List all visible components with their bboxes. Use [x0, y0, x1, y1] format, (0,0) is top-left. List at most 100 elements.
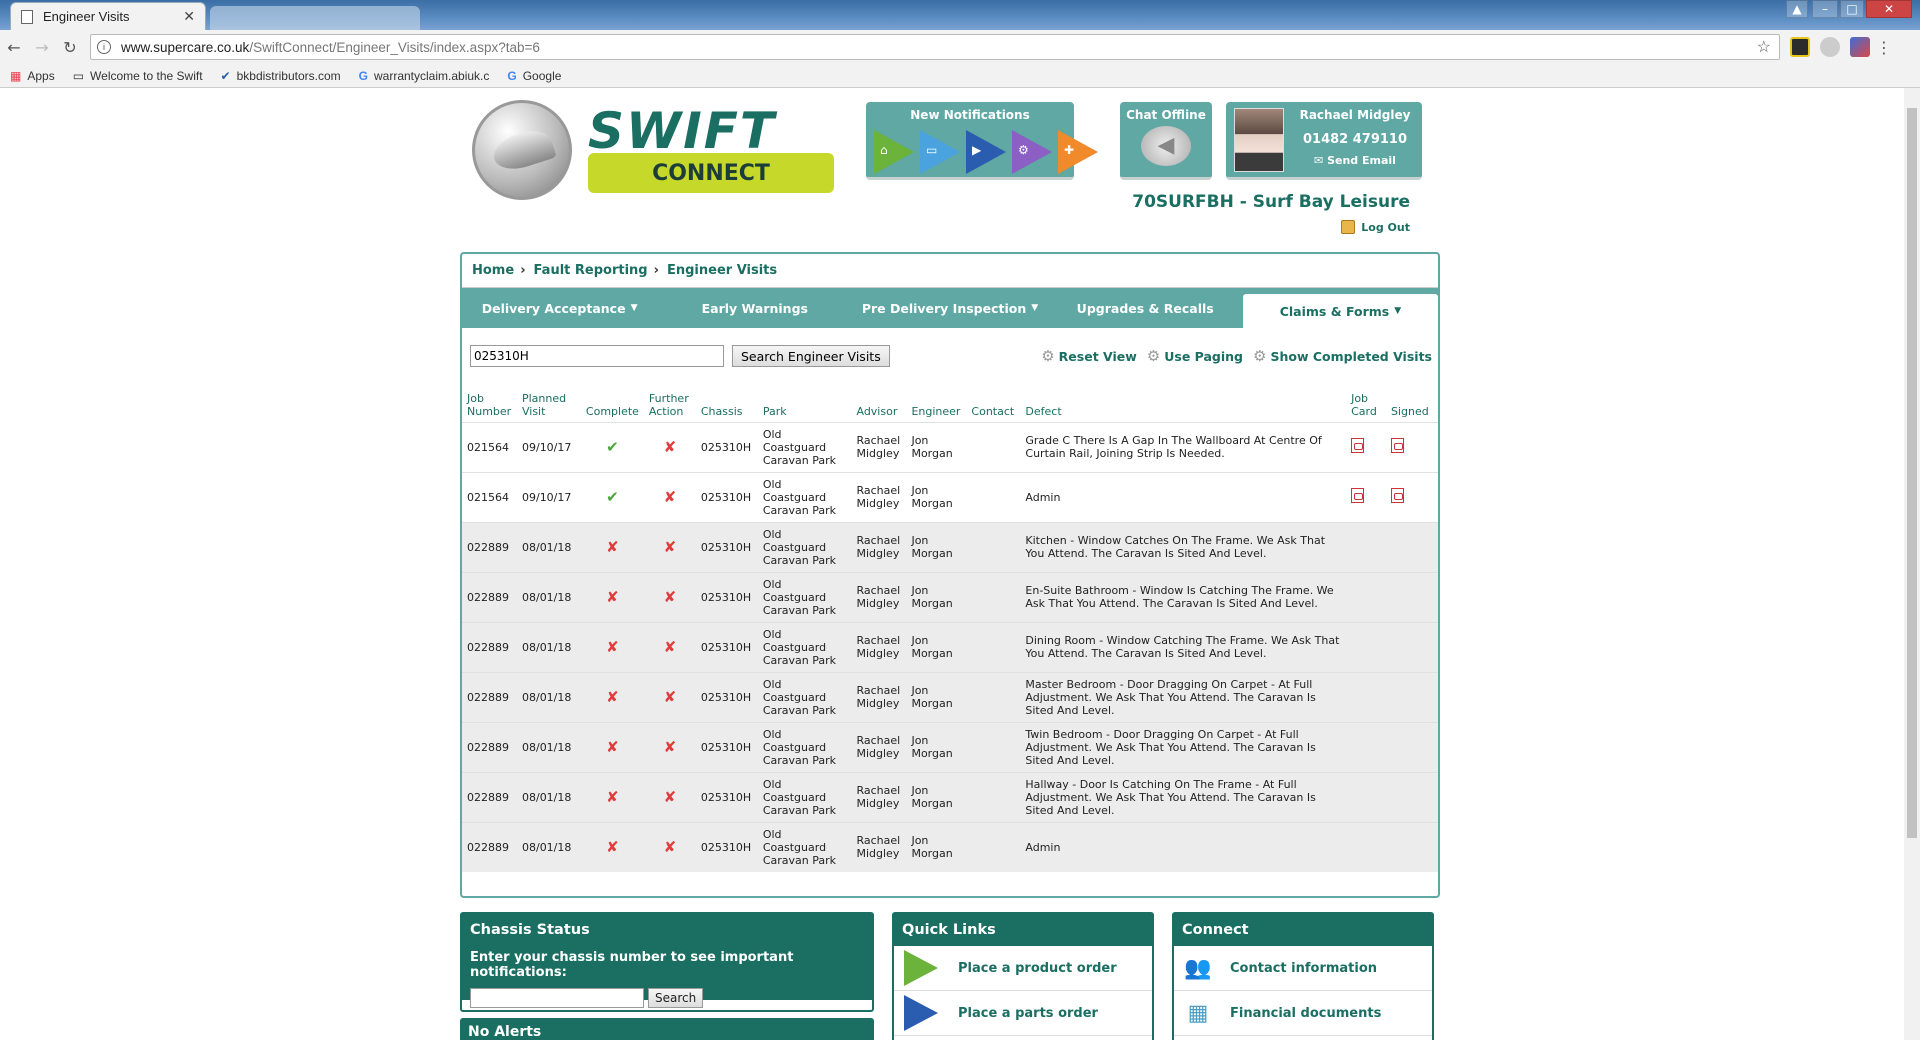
place-product-order-link[interactable]: Place a product order: [894, 946, 1152, 991]
reset-view-link[interactable]: ⚙ Reset View: [1041, 347, 1137, 365]
window-close-icon[interactable]: ✕: [1866, 0, 1912, 18]
dealer-name: 70SURFBH - Surf Bay Leisure: [1132, 192, 1410, 212]
new-tab-button[interactable]: [210, 6, 420, 30]
breadcrumb-home[interactable]: Home: [472, 263, 514, 278]
table-row[interactable]: 022889 08/01/18 ✘ ✘ 025310H Old Coastguard Ca…: [462, 521, 1438, 572]
nav-early-warnings[interactable]: Early Warnings: [657, 288, 852, 328]
computer-notification-icon[interactable]: ▭: [920, 130, 960, 174]
scrollbar-thumb[interactable]: [1907, 108, 1917, 838]
pdf-icon[interactable]: [1391, 438, 1404, 453]
column-header[interactable]: Job Number: [462, 384, 517, 422]
engineer-visit-search-input[interactable]: [470, 345, 724, 367]
defect-cell: Master Bedroom - Door Dragging On Carpet…: [1020, 671, 1347, 722]
job-card-cell: [1346, 671, 1386, 722]
signed-cell[interactable]: [1386, 421, 1438, 472]
send-email-link[interactable]: ✉ Send Email: [1290, 154, 1420, 167]
column-header[interactable]: Park: [758, 384, 852, 422]
caravan-notification-icon[interactable]: ⌂: [874, 130, 914, 174]
contact-cell: [966, 721, 1021, 772]
column-header[interactable]: Chassis: [696, 384, 758, 422]
table-row[interactable]: 021564 09/10/17 ✔ ✘ 025310H Old Coastguard Ca…: [462, 471, 1438, 522]
park-cell: Old Coastguard Caravan Park: [757, 721, 852, 772]
column-header[interactable]: Contact: [966, 384, 1020, 422]
engineer-cell: Jon Morgan: [906, 471, 967, 522]
star-icon[interactable]: ☆: [1757, 37, 1771, 57]
place-parts-order-link[interactable]: Place a parts order: [894, 991, 1152, 1036]
truck-notification-icon[interactable]: ▶: [966, 130, 1006, 174]
table-row[interactable]: 022889 08/01/18 ✘ ✘ 025310H Old Coastguard Ca…: [462, 771, 1438, 822]
nav-upgrades-recalls[interactable]: Upgrades & Recalls: [1048, 288, 1243, 328]
column-header[interactable]: Advisor: [851, 384, 906, 422]
notifications-title: New Notifications: [910, 108, 1030, 122]
pdf-icon[interactable]: [1391, 488, 1404, 503]
job-card-cell[interactable]: [1346, 471, 1386, 522]
menu-icon[interactable]: ⋮: [1870, 38, 1898, 57]
table-row[interactable]: 022889 08/01/18 ✘ ✘ 025310H Old Coastguard Ca…: [462, 721, 1438, 772]
table-row[interactable]: 021564 09/10/17 ✔ ✘ 025310H Old Coastguard Ca…: [462, 421, 1438, 472]
complete-cross-icon: ✘: [580, 571, 644, 622]
search-toolbar: Search Engineer Visits ⚙Reset View ⚙Use …: [462, 328, 1438, 384]
defect-cell: Kitchen - Window Catches On The Frame. W…: [1020, 521, 1347, 572]
breadcrumb-engineer-visits[interactable]: Engineer Visits: [667, 263, 777, 278]
search-engineer-visits-button[interactable]: Search Engineer Visits: [732, 345, 890, 367]
maximize-icon[interactable]: □: [1840, 0, 1864, 18]
minimize-icon[interactable]: –: [1812, 0, 1838, 18]
column-header[interactable]: Signed: [1386, 384, 1438, 422]
table-body: 021564 09/10/17 ✔ ✘ 025310H Old Coastguard Ca…: [462, 421, 1438, 872]
nav-claims-forms[interactable]: Claims & Forms ▼: [1242, 294, 1439, 328]
bookmark-warranty[interactable]: Gwarrantyclaim.abiuk.c: [359, 69, 490, 83]
show-completed-visits-link[interactable]: ⚙ Show Completed Visits: [1253, 347, 1432, 365]
contact-information-link[interactable]: 👥 Contact information: [1174, 946, 1432, 991]
chat-panel[interactable]: Chat Offline ◀: [1120, 102, 1212, 180]
bookmark-swift[interactable]: ▭ Welcome to the Swift: [73, 69, 203, 83]
browser-tab-engineer-visits[interactable]: Engineer Visits ✕: [10, 2, 206, 30]
forward-arrow-icon[interactable]: →: [28, 38, 56, 57]
financial-documents-link[interactable]: ▦ Financial documents: [1174, 991, 1432, 1036]
extension-icon[interactable]: [1850, 37, 1870, 57]
chassis-search-button[interactable]: Search: [648, 988, 704, 1008]
bookmark-bkb[interactable]: ✔ bkbdistributors.com: [221, 69, 341, 83]
planned-visit-cell: 08/01/18: [516, 821, 581, 872]
info-icon[interactable]: i: [97, 40, 111, 54]
advisor-cell: Rachael Midgley: [851, 471, 907, 522]
close-icon[interactable]: ✕: [183, 9, 195, 25]
table-row[interactable]: 022889 08/01/18 ✘ ✘ 025310H Old Coastguard Ca…: [462, 671, 1438, 722]
bookmark-apps[interactable]: ▦ Apps: [10, 69, 55, 83]
planned-visit-cell: 08/01/18: [516, 721, 581, 772]
defect-cell: Grade C There Is A Gap In The Wallboard …: [1020, 421, 1347, 472]
column-header[interactable]: Complete: [581, 384, 644, 422]
url-input[interactable]: i www.supercare.co.uk/SwiftConnect/Engin…: [90, 34, 1780, 60]
pdf-icon[interactable]: [1351, 438, 1365, 453]
column-header[interactable]: Planned Visit: [517, 384, 581, 422]
nav-pre-delivery-inspection[interactable]: Pre Delivery Inspection ▼: [852, 288, 1047, 328]
table-row[interactable]: 022889 08/01/18 ✘ ✘ 025310H Old Coastguard Ca…: [462, 621, 1438, 672]
use-paging-link[interactable]: ⚙ Use Paging: [1147, 347, 1243, 365]
extension-icon[interactable]: [1790, 37, 1810, 57]
extension-icon[interactable]: [1820, 37, 1840, 57]
job-card-cell[interactable]: [1346, 421, 1386, 472]
page-scrollbar[interactable]: [1904, 88, 1920, 1040]
table-row[interactable]: 022889 08/01/18 ✘ ✘ 025310H Old Coastguard Ca…: [462, 571, 1438, 622]
logout-link[interactable]: Log Out: [1341, 220, 1410, 234]
user-icon[interactable]: ▲: [1786, 0, 1808, 18]
advisor-cell: Rachael Midgley: [851, 721, 907, 772]
column-header[interactable]: Defect: [1020, 384, 1346, 422]
column-header[interactable]: Further Action: [644, 384, 696, 422]
complete-tick-icon: ✔: [580, 421, 644, 472]
column-header[interactable]: Engineer: [906, 384, 966, 422]
nav-delivery-acceptance[interactable]: Delivery Acceptance ▼: [462, 288, 657, 328]
bookmark-google[interactable]: G Google: [507, 69, 561, 83]
signed-cell[interactable]: [1386, 471, 1438, 522]
chassis-number-input[interactable]: [470, 988, 644, 1008]
table-row[interactable]: 022889 08/01/18 ✘ ✘ 025310H Old Coastguard Ca…: [462, 821, 1438, 872]
tools-notification-icon[interactable]: ✚: [1058, 130, 1098, 174]
gear-notification-icon[interactable]: ⚙: [1012, 130, 1052, 174]
swift-logo-icon[interactable]: [472, 100, 572, 200]
back-arrow-icon[interactable]: ←: [0, 38, 28, 57]
column-header[interactable]: Job Card: [1346, 384, 1386, 422]
breadcrumb-fault-reporting[interactable]: Fault Reporting: [534, 263, 648, 278]
reload-icon[interactable]: ↻: [56, 38, 84, 57]
pdf-icon[interactable]: [1351, 488, 1365, 503]
chassis-search-row: Search: [470, 988, 864, 1008]
truck-icon: [904, 995, 938, 1031]
